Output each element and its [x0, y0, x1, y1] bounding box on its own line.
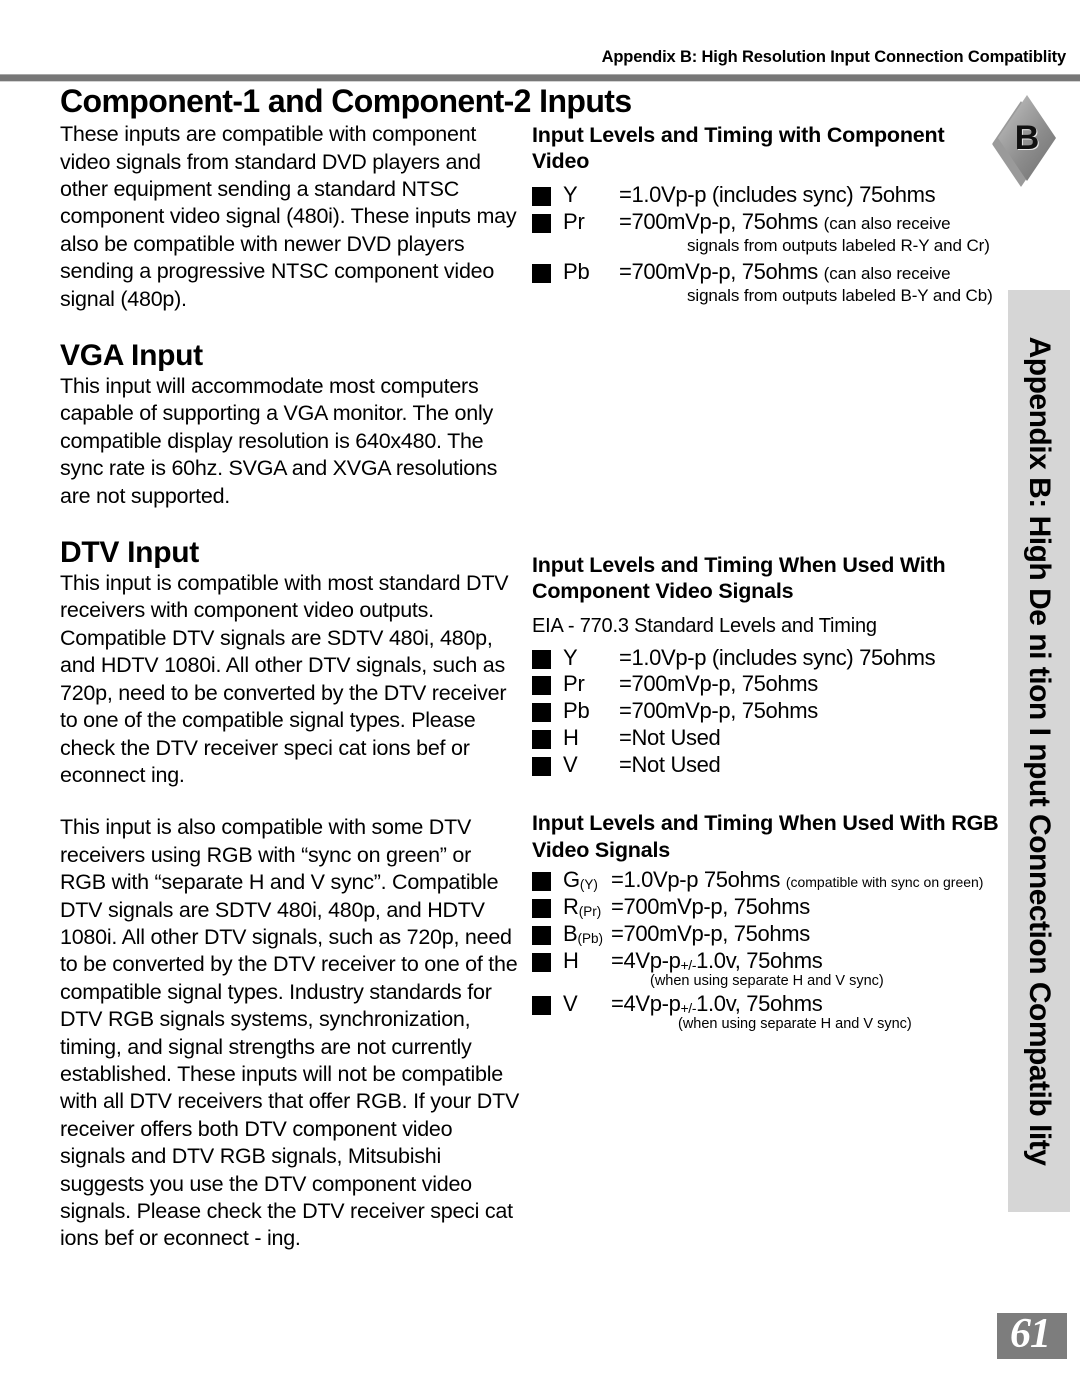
spec-row: Pr =700mVp-p, 75ohms — [532, 671, 1004, 697]
dtv-paragraph-2: This input is also compatible with some … — [60, 815, 520, 1251]
bullet-square-icon — [532, 996, 551, 1016]
spec-below-note: (when using separate H and V sync) — [650, 972, 884, 989]
spec-symbol-letter: R — [563, 893, 579, 919]
vga-input-heading: VGA Input — [60, 339, 203, 373]
running-header: Appendix B: High Resolution Input Connec… — [601, 48, 1067, 66]
spec-value: =Not Used — [619, 725, 721, 751]
spec-value: =700mVp-p, 75ohms (can also receive — [619, 209, 1004, 235]
spec-symbol: Y — [563, 644, 578, 670]
left-column: Component-1 and Component-2 Inputs These… — [60, 83, 632, 1253]
spec-value: =700mVp-p, 75ohms — [619, 698, 818, 724]
component-video-levels-heading: Input Levels and Timing with Component V… — [532, 123, 945, 174]
spec-row: V =Not Used — [532, 752, 1004, 778]
spec-row: H =Not Used — [532, 725, 1004, 751]
page-title: Component-1 and Component-2 Inputs — [60, 83, 632, 119]
component-intro-paragraph: These inputs are compatible with compone… — [60, 122, 517, 311]
spec-value-suffix: 1.0v, 75ohms — [696, 991, 823, 1017]
spec-symbol: V — [563, 752, 578, 778]
spec-value-note: (can also receive — [823, 214, 951, 234]
eia-standard-line: EIA - 770.3 Standard Levels and Timing — [532, 614, 877, 637]
appendix-badge-letter: B — [1014, 118, 1040, 157]
spec-value-note: (can also receive — [823, 263, 951, 283]
spec-value: =700mVp-p, 75ohms (can also receive — [619, 259, 1004, 285]
spec-value-main: =1.0Vp-p 75ohms — [611, 866, 781, 892]
spec-value: =1.0Vp-p (includes sync) 75ohms — [619, 182, 936, 208]
spec-symbol: Pr — [563, 671, 585, 697]
spec-row: Pr =700mVp-p, 75ohms (can also receive — [532, 209, 1004, 235]
spec-continuation: signals from outputs labeled R-Y and Cr) — [687, 236, 990, 256]
bullet-square-icon — [532, 871, 551, 891]
spec-symbol: B(Pb) — [563, 921, 611, 947]
spec-value: =4Vp-p+/-1.0v, 75ohms — [611, 991, 1004, 1017]
spec-symbol-subscript: (Pr) — [578, 903, 602, 919]
dtv-input-heading: DTV Input — [60, 536, 199, 570]
spec-value-tolerance: +/- — [680, 1000, 697, 1017]
spec-value: =Not Used — [619, 752, 721, 778]
bullet-square-icon — [532, 214, 551, 234]
spec-symbol: R(Pr) — [563, 894, 611, 920]
right-column: Input Levels and Timing with Component V… — [532, 122, 1004, 1035]
header-rule — [0, 74, 1080, 82]
spec-symbol: H — [563, 947, 579, 973]
appendix-side-tab-label: Appendix B: High De ni tion I nput Conne… — [1023, 336, 1056, 1166]
bullet-square-icon — [532, 649, 551, 669]
spec-symbol: H — [563, 725, 579, 751]
spec-symbol: V — [563, 991, 578, 1017]
bullet-square-icon — [532, 898, 551, 918]
spec-value: =1.0Vp-p (includes sync) 75ohms — [619, 644, 936, 670]
spec-row: Pb =700mVp-p, 75ohms — [532, 698, 1004, 724]
spec-value-note: (compatible with sync on green) — [785, 873, 984, 890]
spec-value-main: =4Vp-p — [611, 991, 681, 1017]
spec-row: Y =1.0Vp-p (includes sync) 75ohms — [532, 182, 1004, 208]
bullet-square-icon — [532, 676, 551, 696]
rgb-video-spec-list: G(Y) =1.0Vp-p 75ohms (compatible with sy… — [532, 867, 1004, 1033]
rgb-video-heading: Input Levels and Timing When Used With R… — [532, 811, 999, 862]
appendix-side-tab: Appendix B: High De ni tion I nput Conne… — [1008, 290, 1070, 1212]
spec-symbol: Pb — [563, 698, 590, 724]
bullet-square-icon — [532, 703, 551, 723]
component-timing-spec-list: Y =1.0Vp-p (includes sync) 75ohms Pr =70… — [532, 645, 1004, 779]
spec-value: =1.0Vp-p 75ohms (compatible with sync on… — [611, 867, 1004, 893]
spec-row: Y =1.0Vp-p (includes sync) 75ohms — [532, 645, 1004, 671]
spec-value: =700mVp-p, 75ohms — [611, 920, 810, 946]
spec-symbol-subscript: (Y) — [579, 876, 598, 892]
spec-symbol: Pb — [563, 258, 590, 284]
spec-row: H =4Vp-p+/-1.0v, 75ohms — [532, 948, 1004, 974]
dtv-paragraph-1: This input is compatible with most stand… — [60, 571, 509, 787]
spec-value-main: =4Vp-p — [611, 947, 681, 973]
spec-symbol-letter: B — [563, 920, 578, 946]
spec-row: R(Pr) =700mVp-p, 75ohms — [532, 894, 1004, 920]
bullet-square-icon — [532, 730, 551, 750]
spec-row: V =4Vp-p+/-1.0v, 75ohms — [532, 991, 1004, 1017]
spec-value-main: =700mVp-p, 75ohms — [619, 258, 818, 284]
spec-value: =700mVp-p, 75ohms — [611, 893, 810, 919]
page-number-box: 61 — [997, 1313, 1067, 1359]
spec-value: =4Vp-p+/-1.0v, 75ohms — [611, 948, 1004, 974]
spec-symbol: G(Y) — [563, 867, 611, 893]
spec-value-tolerance: +/- — [680, 956, 697, 973]
spec-below-note: (when using separate H and V sync) — [678, 1016, 912, 1033]
vga-input-paragraph: This input will accommodate most compute… — [60, 374, 498, 508]
bullet-square-icon — [532, 925, 551, 945]
spec-symbol: Pr — [563, 209, 585, 235]
page-number: 61 — [1010, 1311, 1051, 1357]
spec-row: B(Pb) =700mVp-p, 75ohms — [532, 921, 1004, 947]
component-video-spec-list: Y =1.0Vp-p (includes sync) 75ohms Pr =70… — [532, 182, 1004, 306]
spec-value-main: =700mVp-p, 75ohms — [619, 209, 818, 235]
component-timing-heading: Input Levels and Timing When Used With C… — [532, 553, 946, 604]
spec-value-suffix: 1.0v, 75ohms — [696, 947, 823, 973]
spec-value: =700mVp-p, 75ohms — [619, 671, 818, 697]
spec-symbol-letter: G — [563, 866, 580, 892]
spec-symbol: Y — [563, 182, 578, 208]
spec-symbol-subscript: (Pb) — [577, 930, 603, 946]
spec-continuation: signals from outputs labeled B-Y and Cb) — [687, 285, 993, 305]
bullet-square-icon — [532, 757, 551, 777]
bullet-square-icon — [532, 187, 551, 207]
bullet-square-icon — [532, 263, 551, 283]
bullet-square-icon — [532, 952, 551, 972]
spec-row: G(Y) =1.0Vp-p 75ohms (compatible with sy… — [532, 867, 1004, 893]
spec-row: Pb =700mVp-p, 75ohms (can also receive — [532, 259, 1004, 285]
